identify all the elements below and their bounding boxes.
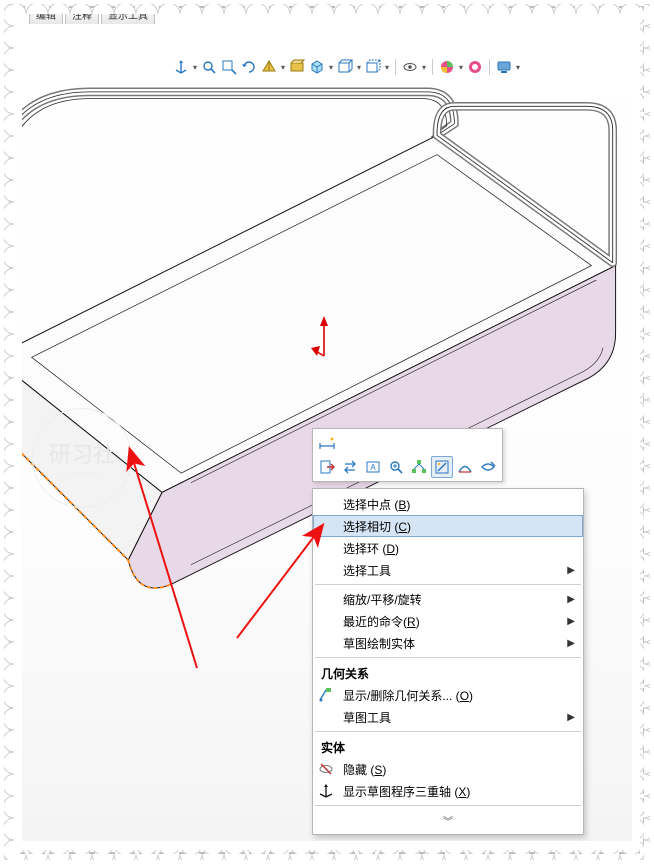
auto-relations-icon[interactable] bbox=[431, 456, 453, 478]
tab-annotate[interactable]: 注释 bbox=[65, 10, 99, 24]
menu-label: 最近的命令(R) bbox=[339, 613, 567, 630]
menu-label: 隐藏 (S) bbox=[339, 761, 575, 778]
menu-selection-tools[interactable]: 选择工具 ▶ bbox=[313, 559, 583, 581]
context-toolbar: A bbox=[312, 428, 503, 482]
menu-label: 草图工具 bbox=[339, 709, 567, 726]
submenu-arrow-icon: ▶ bbox=[567, 712, 575, 723]
menu-label: 选择环 (D) bbox=[339, 540, 575, 557]
menu-separator bbox=[315, 657, 581, 658]
swap-icon[interactable] bbox=[339, 456, 361, 478]
menu-label: 选择工具 bbox=[339, 562, 567, 579]
menu-sketch-tools[interactable]: 草图工具 ▶ bbox=[313, 706, 583, 728]
menu-label: 显示/删除几何关系... (O) bbox=[339, 687, 575, 704]
menu-show-delete-relations[interactable]: 显示/删除几何关系... (O) bbox=[313, 684, 583, 706]
menu-recent-commands[interactable]: 最近的命令(R) ▶ bbox=[313, 610, 583, 632]
hide-icon bbox=[313, 761, 339, 777]
menu-label: 选择相切 (C) bbox=[339, 518, 575, 535]
submenu-arrow-icon: ▶ bbox=[567, 638, 575, 649]
menu-expand-icon[interactable]: ︾ bbox=[313, 809, 583, 828]
menu-separator bbox=[315, 731, 581, 732]
zoom-to-selection-icon[interactable] bbox=[385, 456, 407, 478]
menu-separator bbox=[315, 584, 581, 585]
submenu-arrow-icon: ▶ bbox=[567, 594, 575, 605]
submenu-arrow-icon: ▶ bbox=[567, 565, 575, 576]
menu-select-loop[interactable]: 选择环 (D) bbox=[313, 537, 583, 559]
menu-section-entity: 实体 bbox=[313, 735, 583, 758]
tab-display-tools[interactable]: 显示工具 bbox=[101, 10, 155, 24]
menu-label: 草图绘制实体 bbox=[339, 635, 567, 652]
ribbon-tabs: 编辑 注释 显示工具 bbox=[29, 10, 155, 24]
menu-label: 显示草图程序三重轴 (X) bbox=[339, 783, 575, 800]
submenu-arrow-icon: ▶ bbox=[567, 616, 575, 627]
menu-separator bbox=[315, 805, 581, 806]
menu-select-tangency[interactable]: 选择相切 (C) bbox=[313, 515, 583, 537]
exit-sketch-icon[interactable] bbox=[316, 456, 338, 478]
construction-icon[interactable] bbox=[477, 456, 499, 478]
menu-hide[interactable]: 隐藏 (S) bbox=[313, 758, 583, 780]
relations-list-icon bbox=[313, 687, 339, 703]
menu-show-sketch-triad[interactable]: 显示草图程序三重轴 (X) bbox=[313, 780, 583, 802]
menu-sketch-entities[interactable]: 草图绘制实体 ▶ bbox=[313, 632, 583, 654]
menu-zoom-pan-rotate[interactable]: 缩放/平移/旋转 ▶ bbox=[313, 588, 583, 610]
app-frame: 编辑 注释 显示工具 ▾ ▾ ▾ ▾ ▾ ▾ ▾ bbox=[9, 6, 645, 854]
menu-section-geometry: 几何关系 bbox=[313, 661, 583, 684]
menu-select-midpoint[interactable]: 选择中点 (B) bbox=[313, 493, 583, 515]
context-menu: 选择中点 (B) 选择相切 (C) 选择环 (D) 选择工具 ▶ 缩放/平移/旋… bbox=[312, 488, 584, 835]
tab-edit[interactable]: 编辑 bbox=[29, 10, 63, 24]
relations-icon[interactable] bbox=[408, 456, 430, 478]
triad-axes-icon bbox=[313, 783, 339, 799]
viewport[interactable]: ▾ ▾ ▾ ▾ ▾ ▾ ▾ ▾ bbox=[22, 28, 632, 841]
tangent-arc-icon[interactable] bbox=[454, 456, 476, 478]
menu-label: 缩放/平移/旋转 bbox=[339, 591, 567, 608]
svg-text:A: A bbox=[370, 463, 376, 472]
smart-dimension-icon[interactable] bbox=[316, 432, 338, 454]
menu-label: 选择中点 (B) bbox=[339, 496, 575, 513]
note-icon[interactable]: A bbox=[362, 456, 384, 478]
